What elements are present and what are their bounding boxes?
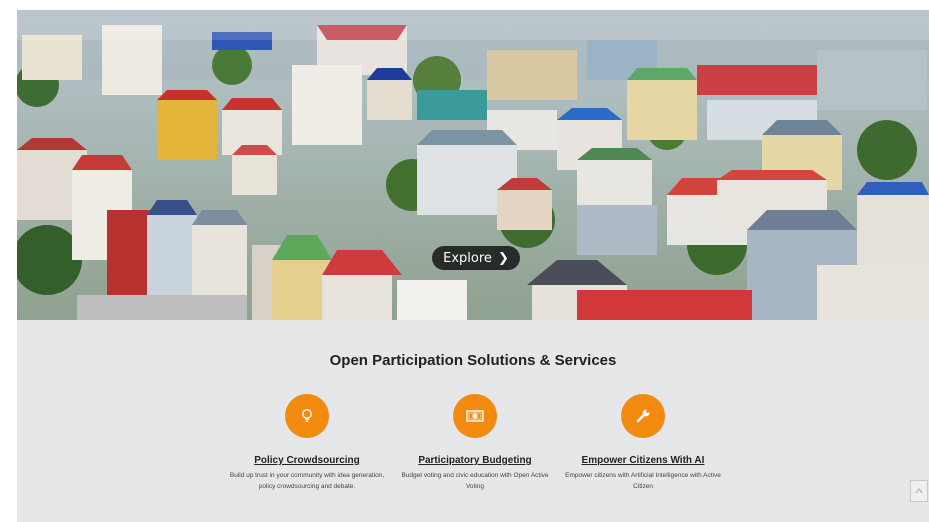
service-description: Budget voting and civic education with O… bbox=[401, 472, 549, 490]
service-empower-citizens: Empower Citizens With AI Empower citizen… bbox=[553, 394, 733, 492]
chevron-up-icon bbox=[915, 488, 923, 494]
scroll-to-top-button[interactable] bbox=[910, 480, 928, 502]
section-title: Open Participation Solutions & Services bbox=[329, 352, 617, 369]
money-icon bbox=[453, 394, 497, 438]
wrench-icon bbox=[621, 394, 665, 438]
service-title-link[interactable]: Participatory Budgeting bbox=[385, 455, 565, 466]
service-policy-crowdsourcing: Policy Crowdsourcing Build up trust in y… bbox=[217, 394, 397, 492]
service-description: Empower citizens with Artificial Intelli… bbox=[565, 472, 721, 490]
service-description: Build up trust in your community with id… bbox=[229, 472, 385, 490]
chevron-right-icon: ❯ bbox=[497, 250, 509, 266]
explore-label: Explore bbox=[443, 250, 492, 266]
page-frame: Explore ❯ Open Participation Solutions &… bbox=[17, 10, 929, 522]
service-title-link[interactable]: Policy Crowdsourcing bbox=[217, 455, 397, 466]
explore-button[interactable]: Explore ❯ bbox=[432, 246, 520, 270]
service-title-link[interactable]: Empower Citizens With AI bbox=[553, 455, 733, 466]
hero-town-image bbox=[17, 10, 929, 320]
hero-banner: Explore ❯ bbox=[17, 10, 929, 320]
lightbulb-icon bbox=[285, 394, 329, 438]
service-participatory-budgeting: Participatory Budgeting Budget voting an… bbox=[385, 394, 565, 492]
